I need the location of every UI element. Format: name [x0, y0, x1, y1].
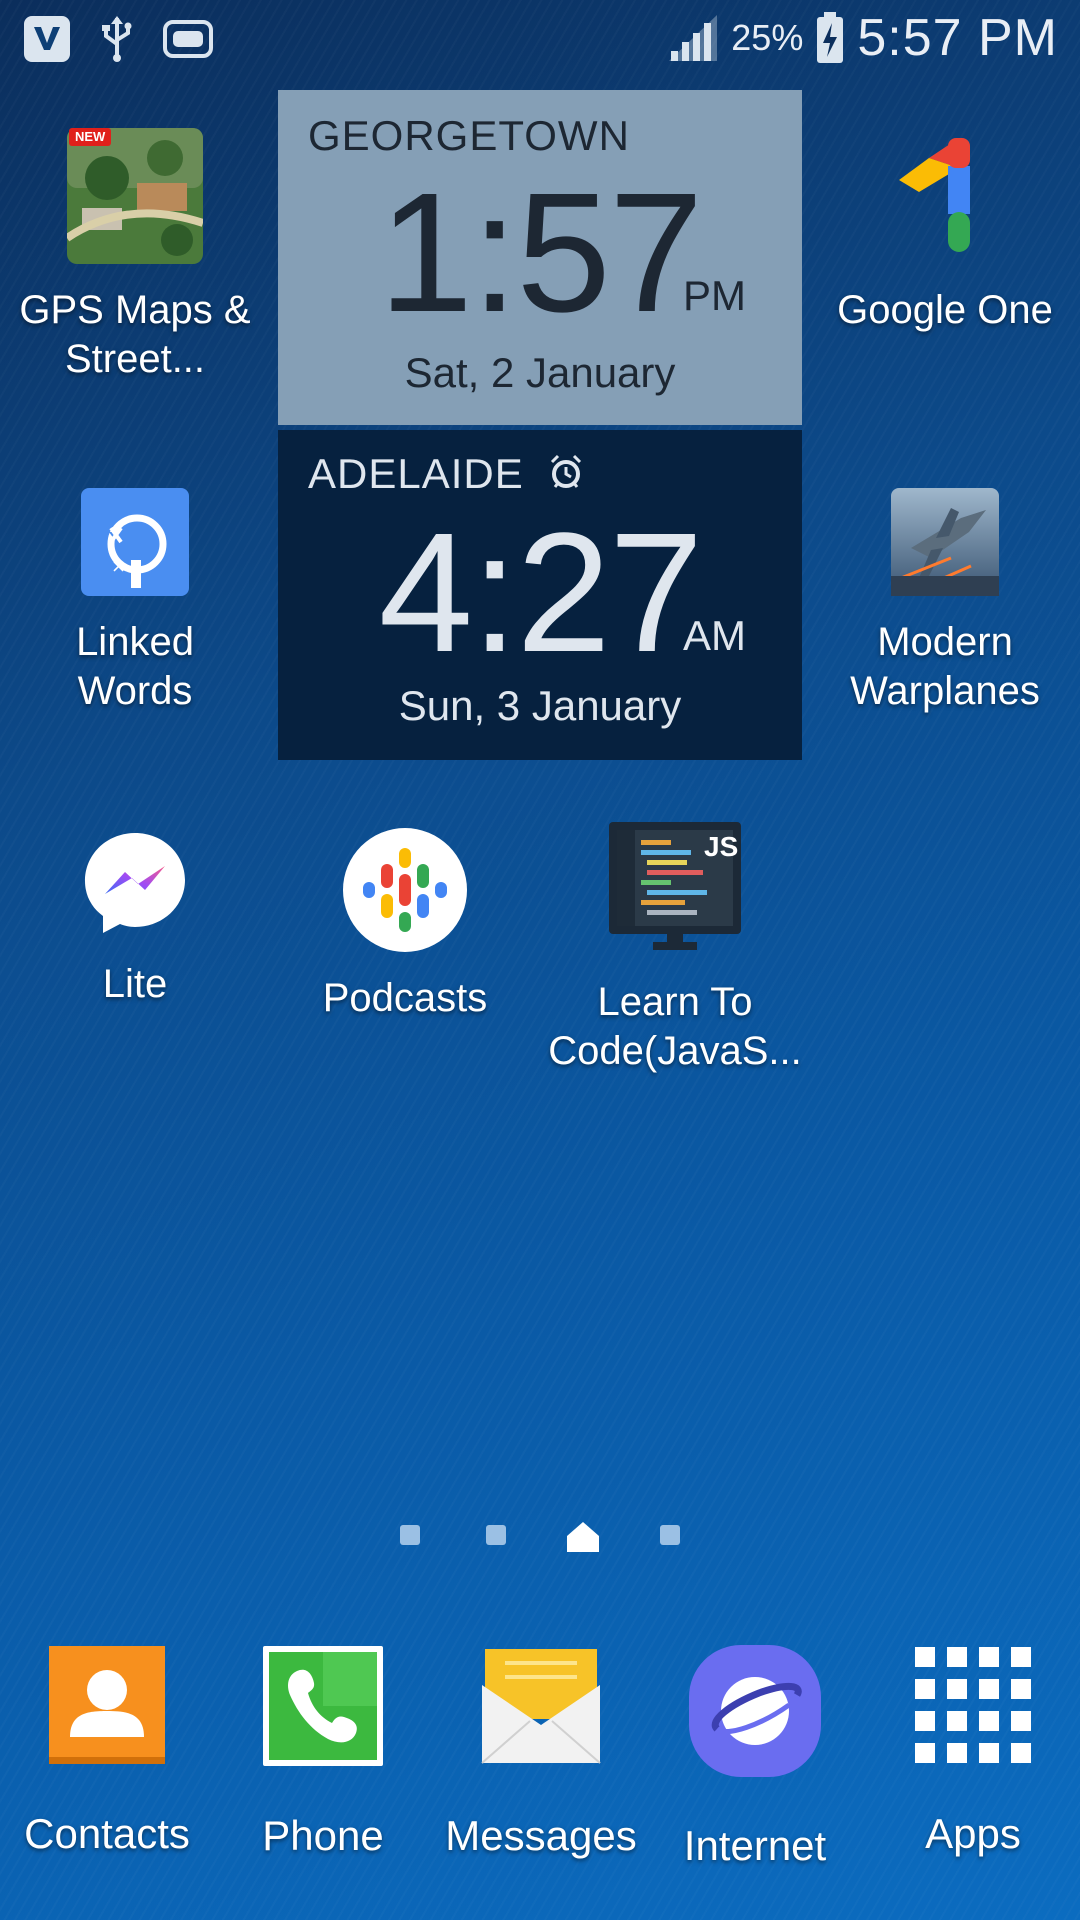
- home-page-icon[interactable]: [565, 1520, 601, 1554]
- clock-ampm: PM: [683, 272, 746, 319]
- app-google-one[interactable]: Google One: [815, 128, 1075, 335]
- podcasts-icon: [343, 828, 467, 952]
- js-badge: JS: [704, 831, 739, 862]
- svg-text:×: ×: [111, 556, 126, 577]
- contacts-icon: [49, 1646, 165, 1764]
- dock-phone[interactable]: Phone: [218, 1645, 428, 1860]
- internet-label: Internet: [683, 1822, 827, 1869]
- dock-messages[interactable]: Messages: [436, 1645, 646, 1860]
- messenger-lite-icon: [80, 828, 190, 938]
- gps-maps-label: GPS Maps & Street...: [19, 288, 251, 381]
- modern-warplanes-icon: [891, 488, 999, 596]
- gps-maps-icon: NEW: [64, 128, 205, 264]
- clock-widget-adelaide[interactable]: ADELAIDE 4:27 AM Sun, 3 January: [278, 430, 802, 760]
- internet-icon: [689, 1645, 821, 1777]
- clock-city: ADELAIDE: [308, 450, 586, 498]
- messages-label: Messages: [445, 1812, 637, 1859]
- app-podcasts[interactable]: Podcasts: [275, 828, 535, 1023]
- clock-widget-georgetown[interactable]: GEORGETOWN 1:57 PM Sat, 2 January: [278, 90, 802, 425]
- phone-label: Phone: [262, 1812, 384, 1859]
- new-badge: NEW: [69, 128, 112, 146]
- messages-icon: [481, 1649, 601, 1764]
- clock-time: 1:57: [378, 158, 704, 348]
- app-messenger-lite[interactable]: Lite: [5, 828, 265, 1009]
- clock-ampm: AM: [683, 612, 746, 659]
- app-linked-words[interactable]: × Linked Words: [5, 488, 265, 716]
- v-app-icon: [24, 16, 70, 62]
- clock-date: Sat, 2 January: [404, 349, 676, 396]
- app-gps-maps[interactable]: NEW GPS Maps & Street...: [5, 128, 265, 384]
- gamepad-icon: [163, 20, 213, 58]
- page-dot-4[interactable]: [660, 1525, 680, 1545]
- system-status: 25% 5:57 PM: [667, 8, 1058, 68]
- learn-to-code-icon: JS: [607, 820, 743, 956]
- battery-percent: 25%: [731, 17, 804, 58]
- app-learn-to-code[interactable]: JS Learn To Code(JavaS...: [545, 820, 805, 1076]
- clock-date: Sun, 3 January: [398, 682, 682, 729]
- status-bar: 25% 5:57 PM: [0, 0, 1080, 80]
- clock-city: GEORGETOWN: [308, 112, 630, 159]
- phone-icon: [263, 1646, 383, 1766]
- app-modern-warplanes[interactable]: Modern Warplanes: [815, 488, 1075, 716]
- google-one-label: Google One: [837, 288, 1053, 332]
- podcasts-label: Podcasts: [322, 976, 488, 1020]
- usb-icon: [102, 16, 132, 62]
- dock-contacts[interactable]: Contacts: [2, 1645, 212, 1858]
- modern-warplanes-label: Modern Warplanes: [850, 620, 1040, 713]
- page-dot-2[interactable]: [486, 1525, 506, 1545]
- page-indicator[interactable]: [0, 1520, 1080, 1552]
- clock-time: 4:27: [378, 498, 704, 688]
- learn-to-code-label: Learn To Code(JavaS...: [548, 980, 802, 1073]
- apps-grid-icon: [915, 1647, 1031, 1763]
- dock-internet[interactable]: Internet: [650, 1645, 860, 1870]
- alarm-icon: [551, 454, 582, 488]
- linked-words-label: Linked Words: [76, 620, 194, 713]
- battery-charging-icon: [817, 12, 844, 63]
- dock-apps[interactable]: Apps: [868, 1645, 1078, 1858]
- contacts-label: Contacts: [24, 1810, 190, 1857]
- status-time: 5:57 PM: [857, 9, 1058, 67]
- apps-label: Apps: [925, 1810, 1021, 1857]
- linked-words-icon: ×: [81, 488, 189, 596]
- lite-label: Lite: [102, 962, 168, 1006]
- page-dot-1[interactable]: [400, 1525, 420, 1545]
- notification-icons: [22, 14, 214, 64]
- signal-bars-icon: [669, 15, 718, 61]
- google-one-icon: [877, 128, 1013, 264]
